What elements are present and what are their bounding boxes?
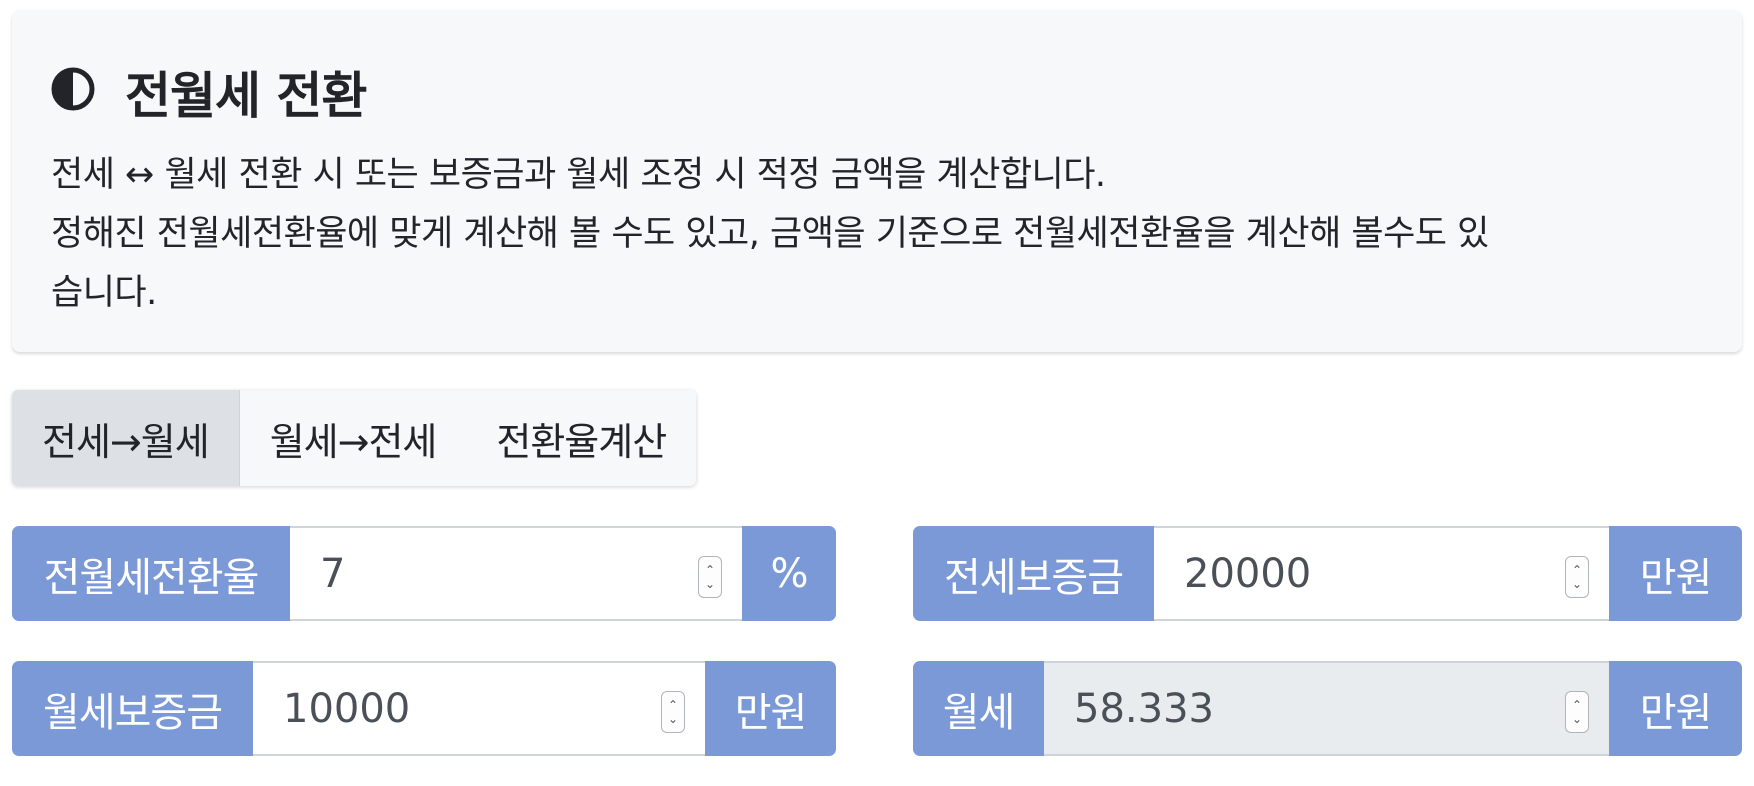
monthly-deposit-label: 월세보증금 <box>12 661 253 756</box>
monthly-deposit-value: 10000 <box>283 685 411 732</box>
tab-rate-calc[interactable]: 전환율계산 <box>466 390 696 486</box>
description: 전세 ↔ 월세 전환 시 또는 보증금과 월세 조정 시 적정 금액을 계산합니… <box>51 146 1704 323</box>
jeonse-deposit-input[interactable]: 20000 ⌃ ⌄ <box>1154 526 1609 621</box>
tab-jeonse-to-wolse[interactable]: 전세→월세 <box>12 390 240 486</box>
monthly-deposit-field: 월세보증금 10000 ⌃ ⌄ 만원 <box>12 661 836 756</box>
chevron-down-icon[interactable]: ⌄ <box>1572 577 1582 591</box>
chevron-down-icon: ⌄ <box>1571 712 1583 726</box>
page-title: 전월세 전환 <box>125 67 367 125</box>
tab-wolse-to-jeonse[interactable]: 월세→전세 <box>240 390 467 486</box>
chevron-up-icon[interactable]: ⌃ <box>668 698 678 712</box>
jeonse-deposit-field: 전세보증금 20000 ⌃ ⌄ 만원 <box>913 526 1742 621</box>
rate-field: 전월세전환율 7 ⌃ ⌄ % <box>12 526 836 621</box>
chevron-up-icon[interactable]: ⌃ <box>705 563 715 577</box>
description-line: 전세 ↔ 월세 전환 시 또는 보증금과 월세 조정 시 적정 금액을 계산합니… <box>51 155 1106 195</box>
rate-unit: % <box>742 526 836 621</box>
monthly-deposit-input[interactable]: 10000 ⌃ ⌄ <box>253 661 705 756</box>
monthly-rent-unit: 만원 <box>1609 661 1742 756</box>
rate-value: 7 <box>320 550 346 597</box>
monthly-rent-stepper: ⌃ ⌄ <box>1565 691 1589 733</box>
monthly-rent-label: 월세 <box>913 661 1044 756</box>
info-card: 전월세 전환 전세 ↔ 월세 전환 시 또는 보증금과 월세 조정 시 적정 금… <box>12 10 1742 352</box>
chevron-up-icon[interactable]: ⌃ <box>1572 563 1582 577</box>
rate-stepper[interactable]: ⌃ ⌄ <box>698 556 722 598</box>
rate-input[interactable]: 7 ⌃ ⌄ <box>290 526 742 621</box>
monthly-deposit-unit: 만원 <box>705 661 836 756</box>
monthly-deposit-stepper[interactable]: ⌃ ⌄ <box>661 691 685 733</box>
chevron-up-icon: ⌃ <box>1571 698 1583 712</box>
monthly-rent-field: 월세 58.333 ⌃ ⌄ 만원 <box>913 661 1742 756</box>
title-row: 전월세 전환 <box>51 52 1704 132</box>
jeonse-deposit-stepper[interactable]: ⌃ ⌄ <box>1565 556 1589 598</box>
monthly-rent-output: 58.333 ⌃ ⌄ <box>1044 661 1609 756</box>
mode-tabs: 전세→월세 월세→전세 전환율계산 <box>12 390 697 486</box>
jeonse-deposit-label: 전세보증금 <box>913 526 1154 621</box>
half-circle-icon <box>51 67 101 117</box>
monthly-rent-value: 58.333 <box>1074 685 1214 732</box>
chevron-down-icon[interactable]: ⌄ <box>668 712 678 726</box>
jeonse-deposit-unit: 만원 <box>1609 526 1742 621</box>
description-line: 정해진 전월세전환율에 맞게 계산해 볼 수도 있고, 금액을 기준으로 전월세… <box>51 214 1489 254</box>
rate-label: 전월세전환율 <box>12 526 290 621</box>
description-line: 습니다. <box>51 273 157 313</box>
jeonse-deposit-value: 20000 <box>1184 550 1312 597</box>
chevron-down-icon[interactable]: ⌄ <box>705 577 715 591</box>
